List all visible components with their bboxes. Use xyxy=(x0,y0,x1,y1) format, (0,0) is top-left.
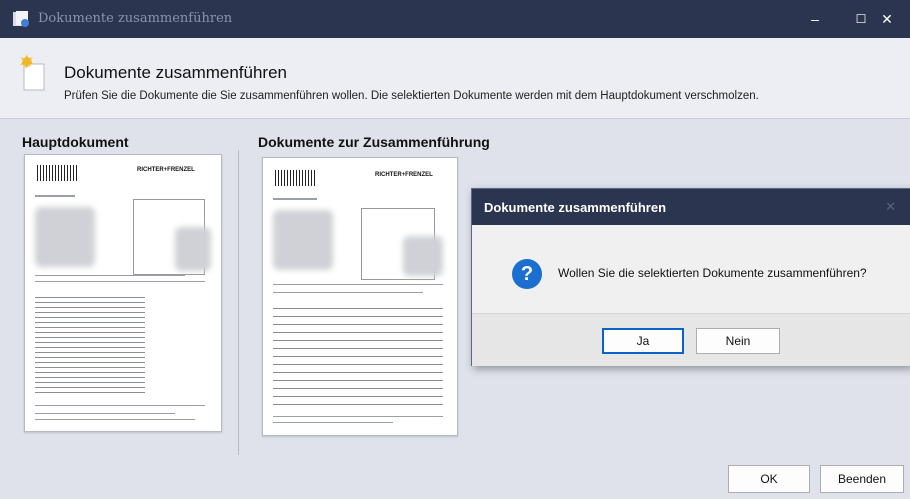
document-table xyxy=(35,297,145,393)
document-logo: RICHTER+FRENZEL xyxy=(137,167,195,173)
dialog-titlebar: Dokumente zusammenführen ✕ xyxy=(472,189,910,225)
page-description: Prüfen Sie die Dokumente die Sie zusamme… xyxy=(64,90,759,102)
page-header: Dokumente zusammenführen Prüfen Sie die … xyxy=(0,38,910,119)
dialog-close-button[interactable]: ✕ xyxy=(885,199,896,215)
main-document-preview[interactable]: RICHTER+FRENZEL xyxy=(24,154,222,432)
confirm-dialog: Dokumente zusammenführen ✕ ? Wollen Sie … xyxy=(471,188,910,366)
app-icon xyxy=(13,11,29,27)
window-title: Dokumente zusammenführen xyxy=(38,11,233,26)
dialog-message: Wollen Sie die selektierten Dokumente zu… xyxy=(558,266,867,280)
page-title: Dokumente zusammenführen xyxy=(64,63,288,82)
close-button[interactable]: ✕ xyxy=(864,0,910,38)
panel-divider xyxy=(238,150,239,455)
minimize-button[interactable]: – xyxy=(792,0,838,38)
dialog-title: Dokumente zusammenführen xyxy=(484,200,667,215)
document-table xyxy=(273,308,443,408)
dialog-footer: Ja Nein xyxy=(472,313,910,366)
window-titlebar: Dokumente zusammenführen – ☐ ✕ xyxy=(0,0,910,38)
ok-button[interactable]: OK xyxy=(728,465,810,493)
no-button[interactable]: Nein xyxy=(696,328,780,354)
merge-document-preview[interactable]: RICHTER+FRENZEL xyxy=(262,157,458,436)
barcode xyxy=(275,170,315,186)
main-document-label: Hauptdokument xyxy=(22,134,129,150)
merge-documents-icon xyxy=(20,54,45,91)
question-icon: ? xyxy=(512,259,542,289)
document-logo: RICHTER+FRENZEL xyxy=(375,172,433,178)
barcode xyxy=(37,165,77,181)
exit-button[interactable]: Beenden xyxy=(820,465,904,493)
yes-button[interactable]: Ja xyxy=(602,328,684,354)
merge-documents-label: Dokumente zur Zusammenführung xyxy=(258,134,490,150)
